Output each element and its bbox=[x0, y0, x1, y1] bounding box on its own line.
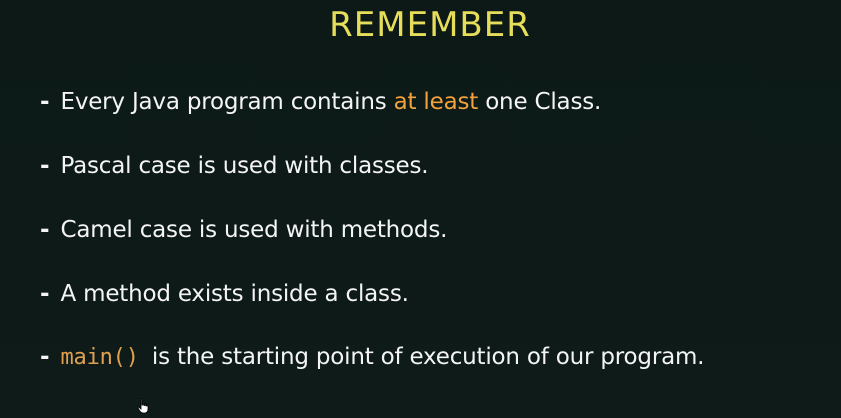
bullet-dash: - bbox=[40, 153, 50, 179]
bullet-dash: - bbox=[40, 281, 50, 307]
bullet-text: Camel case is used with methods. bbox=[60, 217, 448, 243]
bullet-text-after: one Class. bbox=[478, 89, 602, 115]
bullet-java-class: - Every Java program contains at least o… bbox=[40, 89, 601, 115]
bullet-method-inside-class: - A method exists inside a class. bbox=[40, 281, 409, 307]
bullet-text: A method exists inside a class. bbox=[60, 281, 409, 307]
slide-title: REMEMBER bbox=[329, 5, 531, 45]
bullet-highlight: at least bbox=[393, 89, 479, 115]
bullet-main-method: - main() is the starting point of execut… bbox=[40, 344, 704, 370]
bullet-text-before: Every Java program contains bbox=[60, 89, 394, 115]
slide: REMEMBER - Every Java program contains a… bbox=[0, 0, 841, 418]
bullet-dash: - bbox=[40, 89, 50, 115]
bullet-dash: - bbox=[40, 344, 50, 370]
hand-pointer-icon bbox=[137, 398, 149, 414]
bullet-pascal-case: - Pascal case is used with classes. bbox=[40, 153, 429, 179]
bullet-text: Pascal case is used with classes. bbox=[60, 153, 429, 179]
bullet-camel-case: - Camel case is used with methods. bbox=[40, 217, 447, 243]
bullet-dash: - bbox=[40, 217, 50, 243]
bullet-text-after: is the starting point of execution of ou… bbox=[144, 344, 705, 370]
code-main: main() bbox=[60, 345, 139, 370]
